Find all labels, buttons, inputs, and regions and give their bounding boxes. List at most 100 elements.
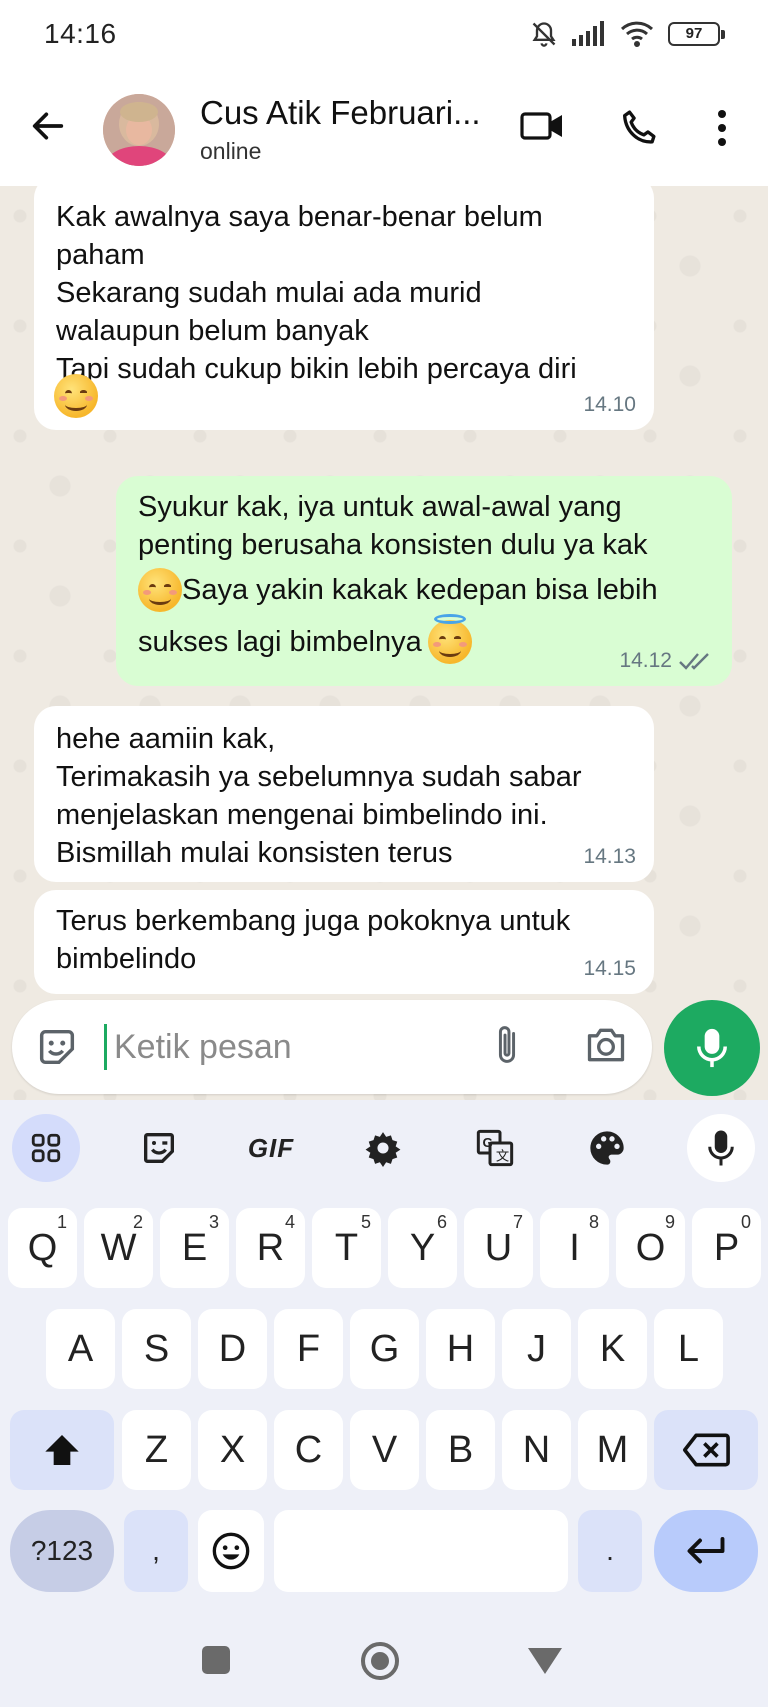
- voice-call-icon[interactable]: [618, 106, 660, 153]
- contact-name[interactable]: Cus Atik Februari...: [200, 94, 481, 132]
- battery-level: 97: [685, 25, 703, 42]
- back-arrow-icon[interactable]: [28, 106, 68, 151]
- avatar[interactable]: [103, 94, 175, 166]
- period-key[interactable]: .: [578, 1510, 642, 1592]
- keyboard: GIF G文 Q1 W2 E3 R4 T5 Y6 U7 I8 O9 P0 A S…: [0, 1100, 768, 1707]
- key-label: O: [635, 1226, 666, 1269]
- key-c[interactable]: C: [274, 1410, 343, 1490]
- chat-area[interactable]: Kak awalnya saya benar-benar belum paham…: [0, 186, 768, 1100]
- palette-icon[interactable]: [573, 1114, 641, 1182]
- key-h[interactable]: H: [426, 1309, 495, 1389]
- smiling-face-icon: [138, 568, 182, 612]
- apps-grid-icon[interactable]: [12, 1114, 80, 1182]
- key-label: S: [143, 1327, 170, 1370]
- keyboard-microphone-icon[interactable]: [687, 1114, 755, 1182]
- svg-text:G: G: [483, 1135, 493, 1150]
- key-s[interactable]: S: [122, 1309, 191, 1389]
- sticker-icon[interactable]: [34, 1024, 80, 1075]
- double-check-icon: [679, 653, 709, 670]
- message-input[interactable]: [114, 1024, 394, 1070]
- key-m[interactable]: M: [578, 1410, 647, 1490]
- sticker-icon[interactable]: [125, 1114, 193, 1182]
- key-label: ?123: [30, 1535, 94, 1566]
- halo-smiling-face-icon: [427, 614, 472, 664]
- key-label: T: [334, 1226, 359, 1269]
- shift-arrow-icon: [45, 1435, 79, 1465]
- key-hint: 7: [512, 1212, 523, 1232]
- key-x[interactable]: X: [198, 1410, 267, 1490]
- enter-key[interactable]: [654, 1510, 758, 1592]
- video-call-icon[interactable]: [520, 108, 564, 149]
- key-k[interactable]: K: [578, 1309, 647, 1389]
- key-hint: 5: [360, 1212, 371, 1232]
- emoji-key[interactable]: [198, 1510, 264, 1592]
- key-label: W: [100, 1226, 137, 1269]
- key-label: P: [713, 1226, 740, 1269]
- key-n[interactable]: N: [502, 1410, 571, 1490]
- key-y[interactable]: Y6: [388, 1208, 457, 1288]
- composer[interactable]: [12, 1000, 652, 1094]
- message-text: hehe aamiin kak, Terimakasih ya sebelumn…: [56, 723, 582, 869]
- gif-label: GIF: [247, 1132, 295, 1163]
- key-label: I: [569, 1226, 580, 1269]
- gear-icon[interactable]: [349, 1114, 417, 1182]
- record-voice-button[interactable]: [664, 1000, 760, 1096]
- key-label: E: [181, 1226, 208, 1269]
- key-f[interactable]: F: [274, 1309, 343, 1389]
- recents-square-icon[interactable]: [200, 1644, 232, 1681]
- keyboard-toolbar: GIF G文: [0, 1114, 768, 1184]
- back-triangle-icon[interactable]: [526, 1646, 564, 1681]
- home-circle-icon[interactable]: [359, 1640, 401, 1687]
- paperclip-icon[interactable]: [492, 1022, 522, 1073]
- camera-icon[interactable]: [584, 1024, 628, 1071]
- chat-header: Cus Atik Februari... online: [0, 72, 768, 186]
- message-outgoing[interactable]: Syukur kak, iya untuk awal-awal yang pen…: [116, 476, 732, 686]
- message-incoming[interactable]: hehe aamiin kak, Terimakasih ya sebelumn…: [34, 706, 654, 882]
- backspace-key[interactable]: [654, 1410, 758, 1490]
- message-incoming[interactable]: Kak awalnya saya benar-benar belum paham…: [34, 186, 654, 430]
- text-cursor: [104, 1024, 107, 1070]
- key-p[interactable]: P0: [692, 1208, 761, 1288]
- key-label: A: [67, 1327, 94, 1370]
- key-r[interactable]: R4: [236, 1208, 305, 1288]
- key-label: X: [219, 1428, 246, 1471]
- key-label: B: [447, 1428, 474, 1471]
- more-options-icon[interactable]: [712, 106, 732, 155]
- key-v[interactable]: V: [350, 1410, 419, 1490]
- key-t[interactable]: T5: [312, 1208, 381, 1288]
- key-b[interactable]: B: [426, 1410, 495, 1490]
- muted-bell-icon: [532, 22, 556, 47]
- translate-icon[interactable]: G文: [461, 1114, 529, 1182]
- key-u[interactable]: U7: [464, 1208, 533, 1288]
- key-label: R: [256, 1226, 285, 1269]
- shift-key[interactable]: [10, 1410, 114, 1490]
- key-label: .: [606, 1535, 614, 1566]
- key-label: V: [371, 1428, 398, 1471]
- battery-icon: 97: [668, 22, 725, 46]
- message-incoming[interactable]: Terus berkembang juga pokoknya untuk bim…: [34, 890, 654, 994]
- key-q[interactable]: Q1: [8, 1208, 77, 1288]
- svg-text:文: 文: [496, 1149, 509, 1165]
- key-g[interactable]: G: [350, 1309, 419, 1389]
- key-hint: 4: [284, 1212, 295, 1232]
- gif-button[interactable]: GIF: [237, 1114, 305, 1182]
- comma-key[interactable]: ,: [124, 1510, 188, 1592]
- message-time: 14.12: [619, 649, 672, 672]
- key-j[interactable]: J: [502, 1309, 571, 1389]
- key-label: D: [218, 1327, 247, 1370]
- symbols-key[interactable]: ?123: [10, 1510, 114, 1592]
- key-e[interactable]: E3: [160, 1208, 229, 1288]
- key-o[interactable]: O9: [616, 1208, 685, 1288]
- key-hint: 0: [740, 1212, 751, 1232]
- key-w[interactable]: W2: [84, 1208, 153, 1288]
- key-hint: 9: [664, 1212, 675, 1232]
- key-d[interactable]: D: [198, 1309, 267, 1389]
- backspace-icon: [682, 1433, 730, 1467]
- key-i[interactable]: I8: [540, 1208, 609, 1288]
- key-label: Q: [27, 1226, 58, 1269]
- space-key[interactable]: [274, 1510, 568, 1592]
- key-a[interactable]: A: [46, 1309, 115, 1389]
- key-l[interactable]: L: [654, 1309, 723, 1389]
- key-z[interactable]: Z: [122, 1410, 191, 1490]
- key-hint: 3: [208, 1212, 219, 1232]
